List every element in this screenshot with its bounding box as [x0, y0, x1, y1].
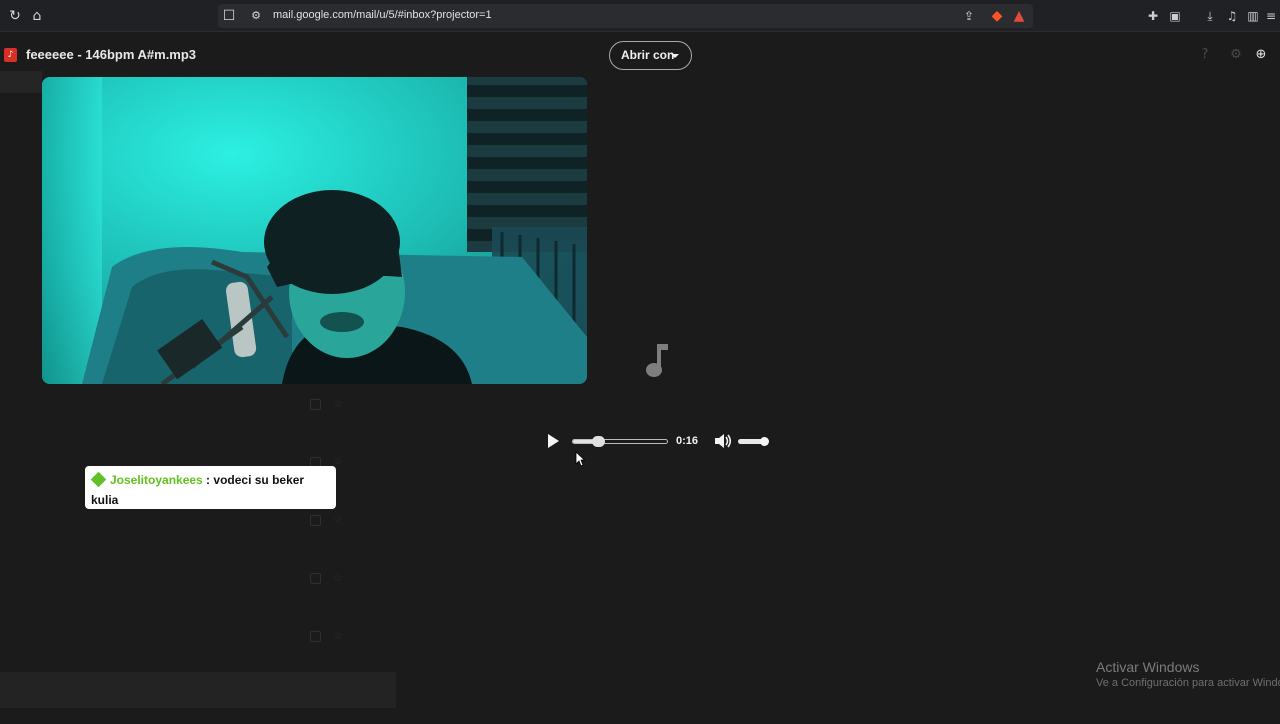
url-text: mail.google.com/mail/u/5/#inbox?projecto… [273, 9, 492, 21]
browser-toolbar: ↻ ⌂ ☐ ⚙ mail.google.com/mail/u/5/#inbox?… [0, 0, 1280, 32]
site-settings-icon[interactable]: ⚙ [248, 8, 264, 24]
add-to-drive-icon[interactable]: ⊕ [1254, 48, 1268, 62]
menu-icon[interactable]: ≡ [1264, 9, 1278, 23]
media-icon[interactable]: ♫ [1225, 9, 1239, 23]
activation-watermark-subtitle: Ve a Configuración para activar Windows. [1096, 677, 1280, 689]
volume-thumb[interactable] [760, 437, 769, 446]
bottom-notification-bar [0, 672, 396, 708]
webcam-overlay [42, 77, 587, 384]
music-note-icon [646, 344, 668, 377]
bookmark-icon[interactable]: ☐ [221, 8, 237, 24]
gear-icon[interactable]: ⚙ [1229, 48, 1243, 62]
extensions-icon[interactable]: ✚ [1146, 9, 1160, 23]
mouse-cursor [575, 451, 585, 467]
file-title: feeeeee - 146bpm A#m.mp3 [26, 47, 197, 62]
diamond-badge-icon [90, 471, 107, 488]
chat-separator: : [202, 473, 214, 487]
seek-thumb[interactable] [592, 436, 606, 447]
download-icon[interactable]: ⤓ [1203, 9, 1217, 23]
brave-rewards-icon[interactable]: ▲ [1011, 8, 1027, 24]
address-bar[interactable]: ☐ ⚙ mail.google.com/mail/u/5/#inbox?proj… [218, 4, 1033, 28]
reload-icon[interactable]: ↻ [7, 8, 23, 24]
playback-time: 0:16 [676, 435, 699, 447]
play-icon[interactable] [548, 434, 559, 448]
webcam-image [42, 77, 587, 384]
chevron-down-icon [671, 54, 679, 58]
chat-message: Joselitoyankees : vodeci su beker kulia [85, 466, 336, 509]
compose-button [0, 71, 42, 93]
chat-username: Joselitoyankees [110, 473, 203, 487]
help-icon[interactable]: ? [1198, 48, 1212, 62]
audio-file-icon: ♪ [4, 48, 17, 62]
nav-sidebar [0, 143, 42, 323]
seek-slider[interactable] [572, 436, 668, 447]
tab-icon[interactable]: ▣ [1168, 9, 1182, 23]
activation-watermark-title: Activar Windows [1096, 659, 1200, 675]
volume-icon[interactable] [714, 433, 732, 449]
open-with-button[interactable]: Abrir con [609, 41, 692, 70]
open-with-label: Abrir con [621, 48, 675, 62]
sidebar-icon[interactable]: ▥ [1246, 9, 1260, 23]
share-icon[interactable]: ⇪ [961, 8, 977, 24]
home-icon[interactable]: ⌂ [29, 8, 45, 24]
brave-shield-icon[interactable]: ◆ [989, 8, 1005, 24]
